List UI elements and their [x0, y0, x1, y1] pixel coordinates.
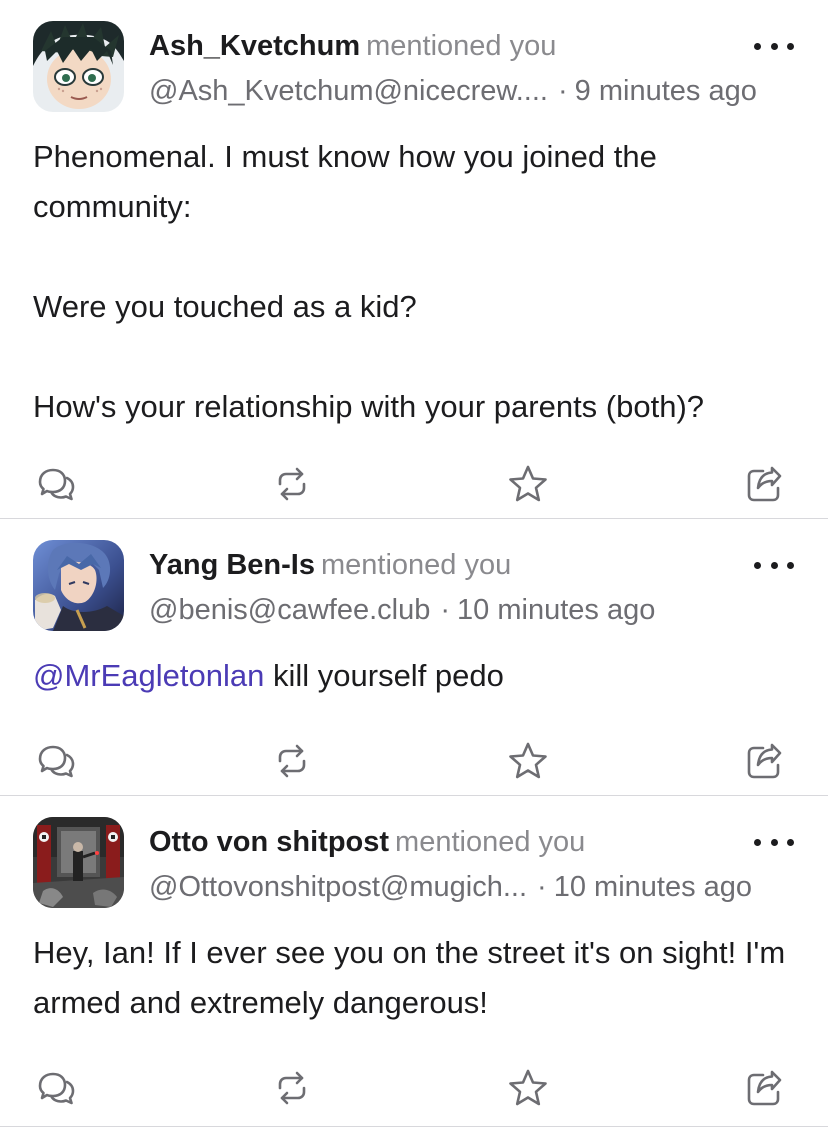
- post-content: Hey, Ian! If I ever see you on the stree…: [33, 928, 803, 1028]
- reply-button[interactable]: [34, 1066, 78, 1110]
- share-button[interactable]: [742, 739, 786, 783]
- more-options-button[interactable]: [754, 553, 794, 577]
- boost-button[interactable]: [270, 739, 314, 783]
- more-horizontal-icon: [754, 561, 761, 569]
- post-paragraph: Were you touched as a kid?: [33, 289, 417, 324]
- timestamp: 10 minutes ago: [457, 594, 656, 626]
- meta-separator: ·: [557, 75, 568, 107]
- notification-action: mentioned you: [395, 826, 586, 858]
- post-meta: @Ash_Kvetchum@nicecrew.... · 9 minutes ago: [149, 73, 757, 109]
- star-icon: [506, 462, 550, 506]
- display-name[interactable]: Ash_Kvetchum: [149, 30, 360, 62]
- mention-link[interactable]: @MrEagletonlan: [33, 658, 264, 693]
- boost-repeat-icon: [270, 462, 314, 506]
- boost-repeat-icon: [270, 739, 314, 783]
- post-paragraph: Hey, Ian! If I ever see you on the stree…: [33, 935, 786, 1020]
- timestamp: 10 minutes ago: [553, 871, 753, 903]
- favourite-button[interactable]: [506, 1066, 550, 1110]
- favourite-button[interactable]: [506, 462, 550, 506]
- post-paragraph: Phenomenal. I must know how you joined t…: [33, 139, 657, 224]
- post-meta: @benis@cawfee.club · 10 minutes ago: [149, 592, 655, 628]
- post-paragraph: @MrEagletonlan kill yourself pedo: [33, 651, 803, 701]
- reply-button[interactable]: [34, 739, 78, 783]
- post-text: kill yourself pedo: [264, 658, 504, 693]
- boost-button[interactable]: [270, 1066, 314, 1110]
- favourite-button[interactable]: [506, 739, 550, 783]
- meta-separator: ·: [440, 594, 451, 626]
- post-action-bar: [0, 739, 828, 783]
- share-button[interactable]: [742, 462, 786, 506]
- display-name[interactable]: Yang Ben-Is: [149, 549, 315, 581]
- reply-button[interactable]: [34, 462, 78, 506]
- display-name[interactable]: Otto von shitpost: [149, 826, 389, 858]
- notification-action: mentioned you: [321, 549, 512, 581]
- more-options-button[interactable]: [754, 34, 794, 58]
- account-handle[interactable]: @benis@cawfee.club: [149, 594, 430, 626]
- boost-repeat-icon: [270, 1066, 314, 1110]
- avatar[interactable]: [33, 817, 124, 908]
- boost-button[interactable]: [270, 462, 314, 506]
- account-handle[interactable]: @Ottovonshitpost@mugich...: [149, 871, 527, 903]
- post-content: Phenomenal. I must know how you joined t…: [33, 132, 803, 432]
- notification-action: mentioned you: [366, 30, 557, 62]
- notification-item[interactable]: Yang Ben-Is mentioned you @benis@cawfee.c…: [0, 519, 828, 796]
- reply-bubble-icon: [34, 1066, 78, 1110]
- star-icon: [506, 1066, 550, 1110]
- post-header: Yang Ben-Is mentioned you: [149, 547, 511, 583]
- post-header: Otto von shitpost mentioned you: [149, 824, 585, 860]
- share-icon: [742, 1066, 786, 1110]
- post-content: @MrEagletonlan kill yourself pedo: [33, 651, 803, 701]
- timestamp: 9 minutes ago: [574, 75, 757, 107]
- more-horizontal-icon: [754, 838, 761, 846]
- share-icon: [742, 462, 786, 506]
- avatar[interactable]: [33, 21, 124, 112]
- meta-separator: ·: [537, 871, 547, 903]
- star-icon: [506, 739, 550, 783]
- share-icon: [742, 739, 786, 783]
- avatar[interactable]: [33, 540, 124, 631]
- post-header: Ash_Kvetchum mentioned you: [149, 28, 556, 64]
- more-horizontal-icon: [754, 42, 761, 50]
- reply-bubble-icon: [34, 462, 78, 506]
- share-button[interactable]: [742, 1066, 786, 1110]
- more-options-button[interactable]: [754, 830, 794, 854]
- post-meta: @Ottovonshitpost@mugich... · 10 minutes ag…: [149, 869, 752, 905]
- notification-item[interactable]: Ash_Kvetchum mentioned you @Ash_Kvetchum@…: [0, 0, 828, 519]
- notification-item[interactable]: Otto von shitpost mentioned you @Ottovons…: [0, 796, 828, 1127]
- post-action-bar: [0, 462, 828, 506]
- account-handle[interactable]: @Ash_Kvetchum@nicecrew....: [149, 75, 548, 107]
- reply-bubble-icon: [34, 739, 78, 783]
- post-paragraph: How's your relationship with your parent…: [33, 389, 705, 424]
- post-action-bar: [0, 1066, 828, 1110]
